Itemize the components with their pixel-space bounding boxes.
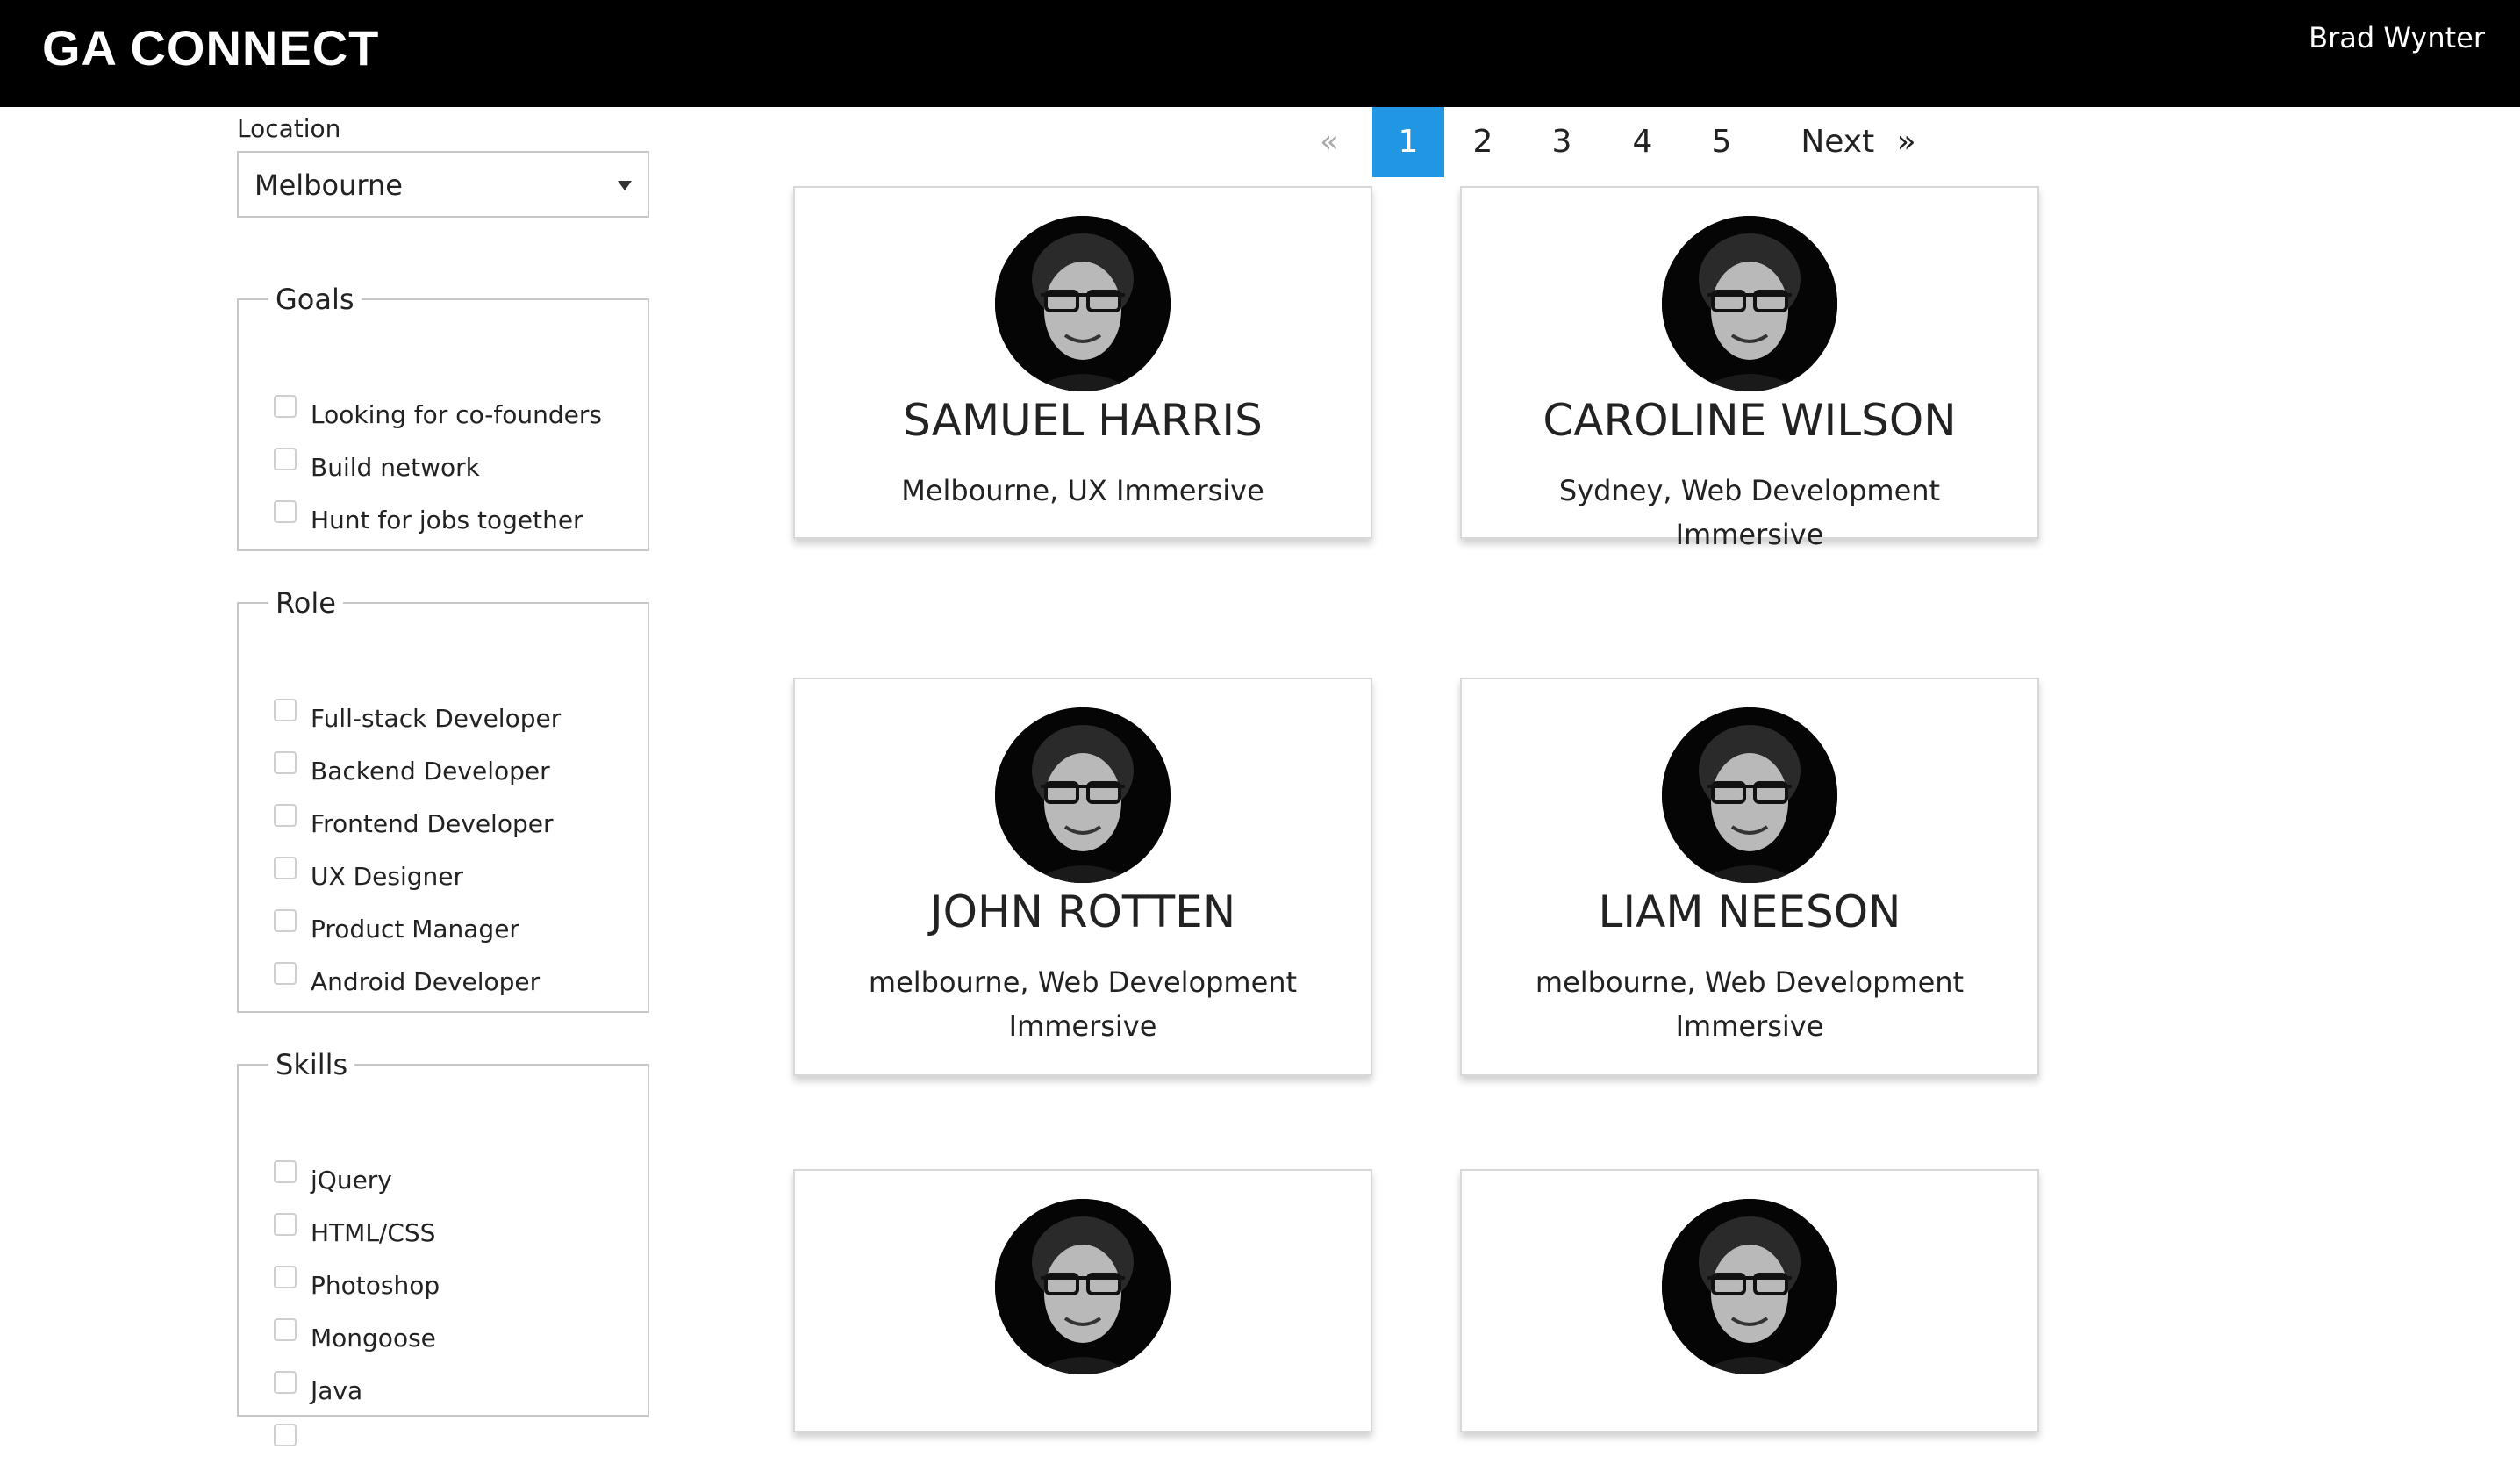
location-select[interactable]: Melbourne <box>237 151 649 218</box>
page-link-3[interactable]: 3 <box>1527 107 1597 177</box>
role-legend: Role <box>276 586 336 620</box>
checkbox[interactable] <box>274 1424 297 1446</box>
checkbox[interactable] <box>274 857 297 879</box>
skill-option-label: Photoshop <box>311 1271 440 1300</box>
next-label: Next <box>1801 124 1875 160</box>
role-filter-group: Role Full-stack Developer Backend Develo… <box>237 586 649 1013</box>
person-subtitle: Sydney, Web Development Immersive <box>1558 474 1941 551</box>
dropdown-caret-icon <box>618 181 632 190</box>
checkbox[interactable] <box>274 395 297 418</box>
goals-filter-group: Goals Looking for co-founders Build netw… <box>237 283 649 551</box>
checkbox[interactable] <box>274 1266 297 1288</box>
person-subtitle: melbourne, Web Development Immersive <box>868 965 1298 1043</box>
page-link-1[interactable]: 1 <box>1372 107 1444 177</box>
person-card[interactable]: CAROLINE WILSON Sydney, Web Development … <box>1460 186 2039 551</box>
person-name: SAMUEL HARRIS <box>903 395 1263 446</box>
avatar <box>995 707 1171 883</box>
person-name: LIAM NEESON <box>1598 886 1901 937</box>
role-option-label: Android Developer <box>311 967 541 996</box>
checkbox[interactable] <box>274 1371 297 1394</box>
skill-option-label: jQuery <box>311 1166 392 1195</box>
person-subtitle: melbourne, Web Development Immersive <box>1535 965 1965 1043</box>
page-link-2[interactable]: 2 <box>1448 107 1518 177</box>
checkbox[interactable] <box>274 962 297 985</box>
user-name[interactable]: Brad Wynter <box>2309 21 2485 54</box>
person-name: JOHN ROTTEN <box>929 886 1236 937</box>
location-label: Location <box>237 114 341 143</box>
checkbox[interactable] <box>274 500 297 523</box>
avatar <box>1662 1199 1837 1374</box>
person-subtitle: Melbourne, UX Immersive <box>901 474 1264 507</box>
avatar <box>1662 216 1837 391</box>
skill-option-label: Mongoose <box>311 1324 436 1353</box>
checkbox[interactable] <box>274 804 297 827</box>
next-arrow-icon: » <box>1896 124 1916 160</box>
role-option-label: Frontend Developer <box>311 809 554 838</box>
person-card[interactable] <box>793 1169 1372 1432</box>
skill-option-label: HTML/CSS <box>311 1218 436 1247</box>
brand-logo[interactable]: GA CONNECT <box>42 19 379 76</box>
skills-legend: Skills <box>276 1048 348 1081</box>
person-card[interactable]: JOHN ROTTEN melbourne, Web Development I… <box>793 678 1372 1076</box>
top-nav-bar: GA CONNECT Brad Wynter <box>0 0 2520 107</box>
checkbox[interactable] <box>274 751 297 774</box>
checkbox[interactable] <box>274 1160 297 1183</box>
checkbox[interactable] <box>274 448 297 470</box>
checkbox[interactable] <box>274 699 297 721</box>
person-card[interactable] <box>1460 1169 2039 1432</box>
role-option-label: Product Manager <box>311 915 519 944</box>
role-option-label: Backend Developer <box>311 757 550 786</box>
person-name: CAROLINE WILSON <box>1543 395 1957 446</box>
goal-option-label: Build network <box>311 453 480 482</box>
person-card[interactable]: SAMUEL HARRIS Melbourne, UX Immersive <box>793 186 1372 539</box>
avatar <box>1662 707 1837 883</box>
person-card[interactable]: LIAM NEESON melbourne, Web Development I… <box>1460 678 2039 1076</box>
skill-option-label: Java <box>311 1376 363 1405</box>
page-link-5[interactable]: 5 <box>1686 107 1757 177</box>
goals-legend: Goals <box>276 283 354 316</box>
pagination-next[interactable]: Next » <box>1779 107 1937 177</box>
goal-option-label: Looking for co-founders <box>311 400 602 429</box>
checkbox[interactable] <box>274 1213 297 1236</box>
checkbox[interactable] <box>274 909 297 932</box>
location-selected-value: Melbourne <box>254 169 403 202</box>
page-link-4[interactable]: 4 <box>1607 107 1678 177</box>
role-option-label: UX Designer <box>311 862 463 891</box>
skills-filter-group: Skills jQuery HTML/CSS Photoshop Mongoos… <box>237 1048 649 1446</box>
avatar <box>995 1199 1171 1374</box>
checkbox[interactable] <box>274 1318 297 1341</box>
avatar <box>995 216 1171 391</box>
role-option-label: Full-stack Developer <box>311 704 562 733</box>
pagination-prev[interactable]: « <box>1299 107 1360 177</box>
goal-option-label: Hunt for jobs together <box>311 506 583 535</box>
